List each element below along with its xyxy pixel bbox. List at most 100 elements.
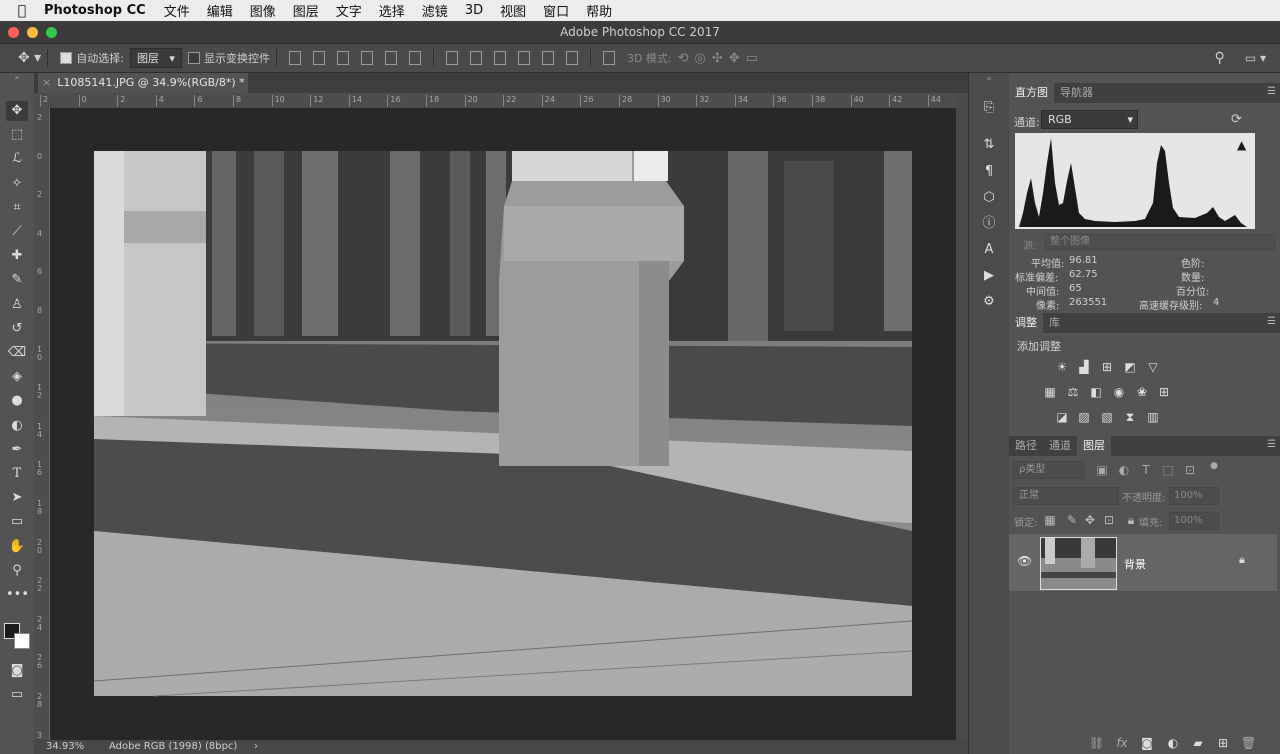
threshold-icon[interactable]: ▧: [1100, 410, 1114, 424]
history-panel-icon[interactable]: ⎘: [980, 99, 998, 117]
more-tools-icon[interactable]: •••: [6, 585, 29, 605]
photo-canvas[interactable]: [50, 108, 956, 740]
background-color-swatch[interactable]: [14, 633, 30, 649]
exposure-icon[interactable]: ◩: [1123, 360, 1137, 374]
filter-smart-object-icon[interactable]: ⊡: [1183, 463, 1197, 477]
tab-histogram[interactable]: 直方图: [1009, 83, 1054, 103]
collapse-tools-icon[interactable]: »: [6, 73, 28, 93]
blur-tool-icon[interactable]: ●: [6, 391, 28, 411]
selective-color-icon[interactable]: ⧗: [1123, 410, 1137, 424]
lasso-tool-icon[interactable]: ℒ: [6, 149, 28, 169]
zoom-level[interactable]: 34.93%: [46, 740, 84, 754]
distribute-vcenter-icon[interactable]: [469, 51, 482, 65]
new-layer-icon[interactable]: ⊞: [1216, 736, 1230, 750]
move-tool-icon[interactable]: ✥: [6, 101, 28, 121]
invert-icon[interactable]: ◪: [1055, 410, 1069, 424]
channel-dropdown[interactable]: RGB ▾: [1041, 110, 1138, 129]
distribute-hcenter-icon[interactable]: [541, 51, 554, 65]
tab-libraries[interactable]: 库: [1043, 313, 1066, 333]
tab-channels[interactable]: 通道: [1043, 436, 1077, 456]
new-adjustment-layer-icon[interactable]: ◐: [1166, 736, 1180, 750]
new-group-icon[interactable]: ▰: [1191, 736, 1205, 750]
lock-artboard-icon[interactable]: ⊡: [1102, 513, 1116, 527]
align-left-icon[interactable]: [360, 51, 373, 65]
menu-file[interactable]: 文件: [164, 1, 190, 20]
type-tool-icon[interactable]: T: [6, 464, 28, 484]
link-layers-icon[interactable]: ⛓: [1089, 736, 1104, 750]
panel-menu-icon[interactable]: ☰: [1267, 316, 1276, 327]
menu-edit[interactable]: 编辑: [207, 1, 233, 20]
auto-select-checkbox[interactable]: 自动选择:: [60, 50, 124, 66]
healing-brush-tool-icon[interactable]: ✚: [6, 246, 28, 266]
3d-roll-icon[interactable]: ◎: [695, 51, 706, 66]
opacity-field[interactable]: 100%: [1169, 487, 1219, 505]
panel-menu-icon[interactable]: ☰: [1267, 439, 1276, 450]
lock-position-icon[interactable]: ✥: [1083, 513, 1097, 527]
app-menu[interactable]: Photoshop CC: [44, 3, 146, 18]
hue-saturation-icon[interactable]: ▦: [1043, 385, 1057, 399]
levels-icon[interactable]: ▟: [1077, 360, 1091, 374]
actions-panel-icon[interactable]: ▶: [980, 267, 998, 285]
vibrance-icon[interactable]: ▽: [1146, 360, 1160, 374]
info-panel-icon[interactable]: ⓘ: [980, 215, 998, 233]
layer-row-background[interactable]: 👁︎ 背景 🔒︎: [1009, 534, 1277, 591]
distribute-top-icon[interactable]: [445, 51, 458, 65]
tab-paths[interactable]: 路径: [1009, 436, 1043, 456]
tab-adjustments[interactable]: 调整: [1009, 313, 1043, 333]
move-tool-preset-icon[interactable]: ✥ ▾: [18, 50, 41, 66]
distribute-bottom-icon[interactable]: [493, 51, 506, 65]
character-panel-icon[interactable]: A: [980, 241, 998, 259]
menu-layer[interactable]: 图层: [293, 1, 319, 20]
align-bottom-icon[interactable]: [336, 51, 349, 65]
pen-tool-icon[interactable]: ✒: [6, 440, 28, 460]
apple-icon[interactable]: : [0, 3, 44, 19]
quick-mask-icon[interactable]: ◙: [6, 661, 28, 681]
tab-layers[interactable]: 图层: [1077, 436, 1111, 456]
hand-tool-icon[interactable]: ✋: [6, 537, 28, 557]
magic-wand-tool-icon[interactable]: ✧: [6, 174, 28, 194]
eraser-tool-icon[interactable]: ⌫: [6, 343, 28, 363]
path-selection-tool-icon[interactable]: ➤: [6, 488, 28, 508]
filter-toggle-icon[interactable]: ●: [1207, 459, 1221, 473]
document-tab[interactable]: × L1085141.JPG @ 34.9%(RGB/8*) *: [38, 73, 248, 93]
menu-window[interactable]: 窗口: [543, 1, 569, 20]
3d-rotate-icon[interactable]: ⟲: [678, 51, 689, 66]
layer-name[interactable]: 背景: [1124, 556, 1146, 572]
distribute-left-icon[interactable]: [517, 51, 530, 65]
filter-adjustment-icon[interactable]: ◐: [1117, 463, 1131, 477]
align-hcenter-icon[interactable]: [384, 51, 397, 65]
refresh-icon[interactable]: ⟳: [1231, 112, 1242, 127]
rectangle-tool-icon[interactable]: ▭: [6, 512, 28, 532]
menu-select[interactable]: 选择: [379, 1, 405, 20]
minimize-window-button[interactable]: [27, 27, 38, 38]
menu-help[interactable]: 帮助: [586, 1, 612, 20]
menu-view[interactable]: 视图: [500, 1, 526, 20]
color-lookup-icon[interactable]: ⊞: [1157, 385, 1171, 399]
curves-icon[interactable]: ⊞: [1100, 360, 1114, 374]
add-mask-icon[interactable]: ◙: [1140, 736, 1154, 750]
channel-mixer-icon[interactable]: ❀: [1135, 385, 1149, 399]
3d-slide-icon[interactable]: ✥: [729, 51, 740, 66]
show-transform-checkbox[interactable]: 显示变换控件: [187, 50, 270, 66]
search-icon[interactable]: ⚲: [1215, 50, 1225, 66]
paragraph-panel-icon[interactable]: ¶: [980, 163, 998, 181]
filter-pixel-icon[interactable]: ▣: [1095, 463, 1109, 477]
layer-visibility-eye-icon[interactable]: 👁︎: [1017, 554, 1032, 568]
brush-tool-icon[interactable]: ✎: [6, 270, 28, 290]
brightness-contrast-icon[interactable]: ☀: [1055, 360, 1069, 374]
brush-settings-icon[interactable]: ⇅: [980, 136, 998, 154]
menu-image[interactable]: 图像: [250, 1, 276, 20]
crop-tool-icon[interactable]: ⌗: [6, 198, 28, 218]
properties-panel-icon[interactable]: ⚙: [980, 293, 998, 311]
lock-image-icon[interactable]: ✎: [1065, 513, 1079, 527]
layer-filter-dropdown[interactable]: ρ类型: [1013, 461, 1085, 479]
screen-mode-icon[interactable]: ▭: [6, 685, 28, 705]
eyedropper-tool-icon[interactable]: ⟋: [6, 222, 28, 242]
workspace-switcher-icon[interactable]: ▭ ▾: [1245, 51, 1266, 65]
align-right-icon[interactable]: [408, 51, 421, 65]
filter-shape-icon[interactable]: ⬚: [1161, 463, 1175, 477]
clone-stamp-tool-icon[interactable]: ♙: [6, 295, 28, 315]
history-brush-tool-icon[interactable]: ↺: [6, 319, 28, 339]
lock-all-icon[interactable]: 🔒︎: [1124, 513, 1138, 527]
source-dropdown[interactable]: 整个图像: [1045, 234, 1275, 250]
